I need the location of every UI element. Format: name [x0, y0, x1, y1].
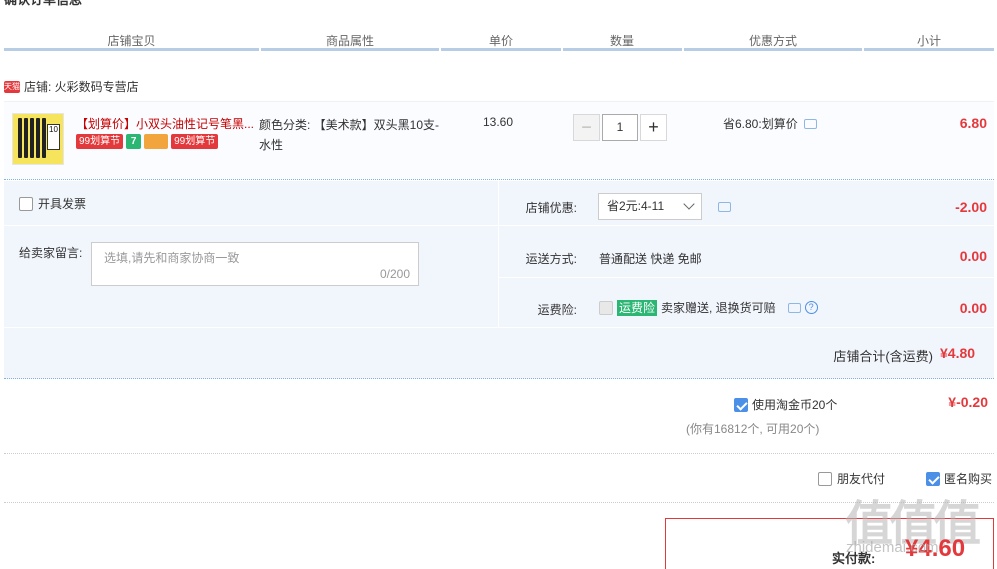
insurance-info: 运费险 卖家赠送, 退换货可赔 ?	[599, 299, 818, 316]
quantity-stepper: − 1 +	[573, 114, 667, 141]
shipping-amount: 0.00	[959, 248, 987, 264]
chat-icon[interactable]	[787, 302, 801, 313]
quantity-minus-button[interactable]: −	[573, 114, 600, 141]
credit-card-icon	[144, 134, 169, 149]
invoice-option[interactable]: 开具发票	[19, 195, 86, 212]
watermark-url: zhidemai.com	[846, 539, 939, 556]
col-quantity: 数量	[609, 34, 634, 48]
divider	[4, 453, 994, 454]
shipping-label: 运送方式:	[525, 252, 577, 266]
promo-tags: 99划算节 7 99划算节	[76, 134, 219, 149]
help-icon[interactable]: ?	[804, 301, 818, 314]
col-shop-item: 店铺宝贝	[107, 34, 156, 48]
shop-discount-label: 店铺优惠:	[525, 201, 577, 215]
col-unit-price: 单价	[488, 34, 513, 48]
shop-discount-select[interactable]: 省2元:4-11	[598, 193, 702, 220]
pack-label: 10	[47, 124, 60, 150]
product-attributes: 颜色分类: 【美术款】双头黑10支-水性	[259, 118, 440, 152]
shop-discount-value: 省2元:4-11	[607, 199, 665, 213]
col-subtotal: 小计	[916, 34, 941, 48]
insurance-amount: 0.00	[959, 300, 987, 316]
coins-label: 使用淘金币20个	[752, 398, 838, 412]
unit-price: 13.60	[483, 115, 514, 129]
product-thumbnail[interactable]: 10	[12, 113, 64, 165]
coins-amount: ¥-0.20	[948, 394, 988, 410]
tag-99-sale: 99划算节	[76, 134, 124, 149]
friend-pay-checkbox[interactable]	[818, 471, 832, 486]
message-textarea[interactable]: 选填,请先和商家协商一致 0/200	[91, 242, 419, 286]
insurance-label: 运费险:	[537, 303, 577, 317]
shop-discount-amount: -2.00	[955, 199, 987, 215]
chat-icon[interactable]	[803, 118, 817, 129]
message-label: 给卖家留言:	[19, 246, 83, 260]
shop-total-label: 店铺合计(含运费)	[833, 349, 933, 364]
invoice-checkbox[interactable]	[19, 196, 33, 211]
table-header: 店铺宝贝 商品属性 单价 数量 优惠方式 小计	[4, 28, 994, 52]
shop-row: 天猫 店铺: 火彩数码专营店	[4, 78, 139, 95]
promotion-text: 省6.80:划算价	[723, 117, 798, 131]
chevron-down-icon	[683, 198, 695, 210]
quantity-input[interactable]: 1	[602, 114, 638, 141]
page-title: 确认订单信息	[4, 0, 82, 8]
tag-99-sale-2: 99划算节	[171, 134, 219, 149]
promotion-info: 省6.80:划算价	[723, 115, 817, 132]
invoice-label: 开具发票	[38, 197, 87, 211]
message-char-count: 0/200	[379, 267, 410, 281]
tag-7-day-return: 7	[126, 134, 142, 149]
shipping-method: 普通配送 快递 免邮	[599, 252, 702, 266]
coins-checkbox[interactable]	[734, 397, 748, 412]
col-attributes: 商品属性	[325, 34, 374, 48]
quantity-plus-button[interactable]: +	[640, 114, 667, 141]
shop-total-value: ¥4.80	[940, 345, 976, 361]
tmall-icon: 天猫	[4, 80, 20, 93]
insurance-checkbox	[599, 300, 613, 315]
col-promotion: 优惠方式	[748, 34, 797, 48]
chat-icon[interactable]	[718, 202, 731, 212]
insurance-badge: 运费险	[617, 299, 658, 316]
shop-name[interactable]: 店铺: 火彩数码专营店	[24, 78, 139, 95]
insurance-text: 卖家赠送, 退换货可赔	[661, 301, 776, 315]
message-placeholder: 选填,请先和商家协商一致	[104, 251, 240, 265]
product-title-link[interactable]: 【划算价】小双头油性记号笔黑...	[76, 115, 256, 132]
coins-option[interactable]: 使用淘金币20个	[734, 396, 837, 413]
item-subtotal: 6.80	[959, 115, 987, 131]
coins-note: (你有16812个, 可用20个)	[686, 422, 820, 436]
